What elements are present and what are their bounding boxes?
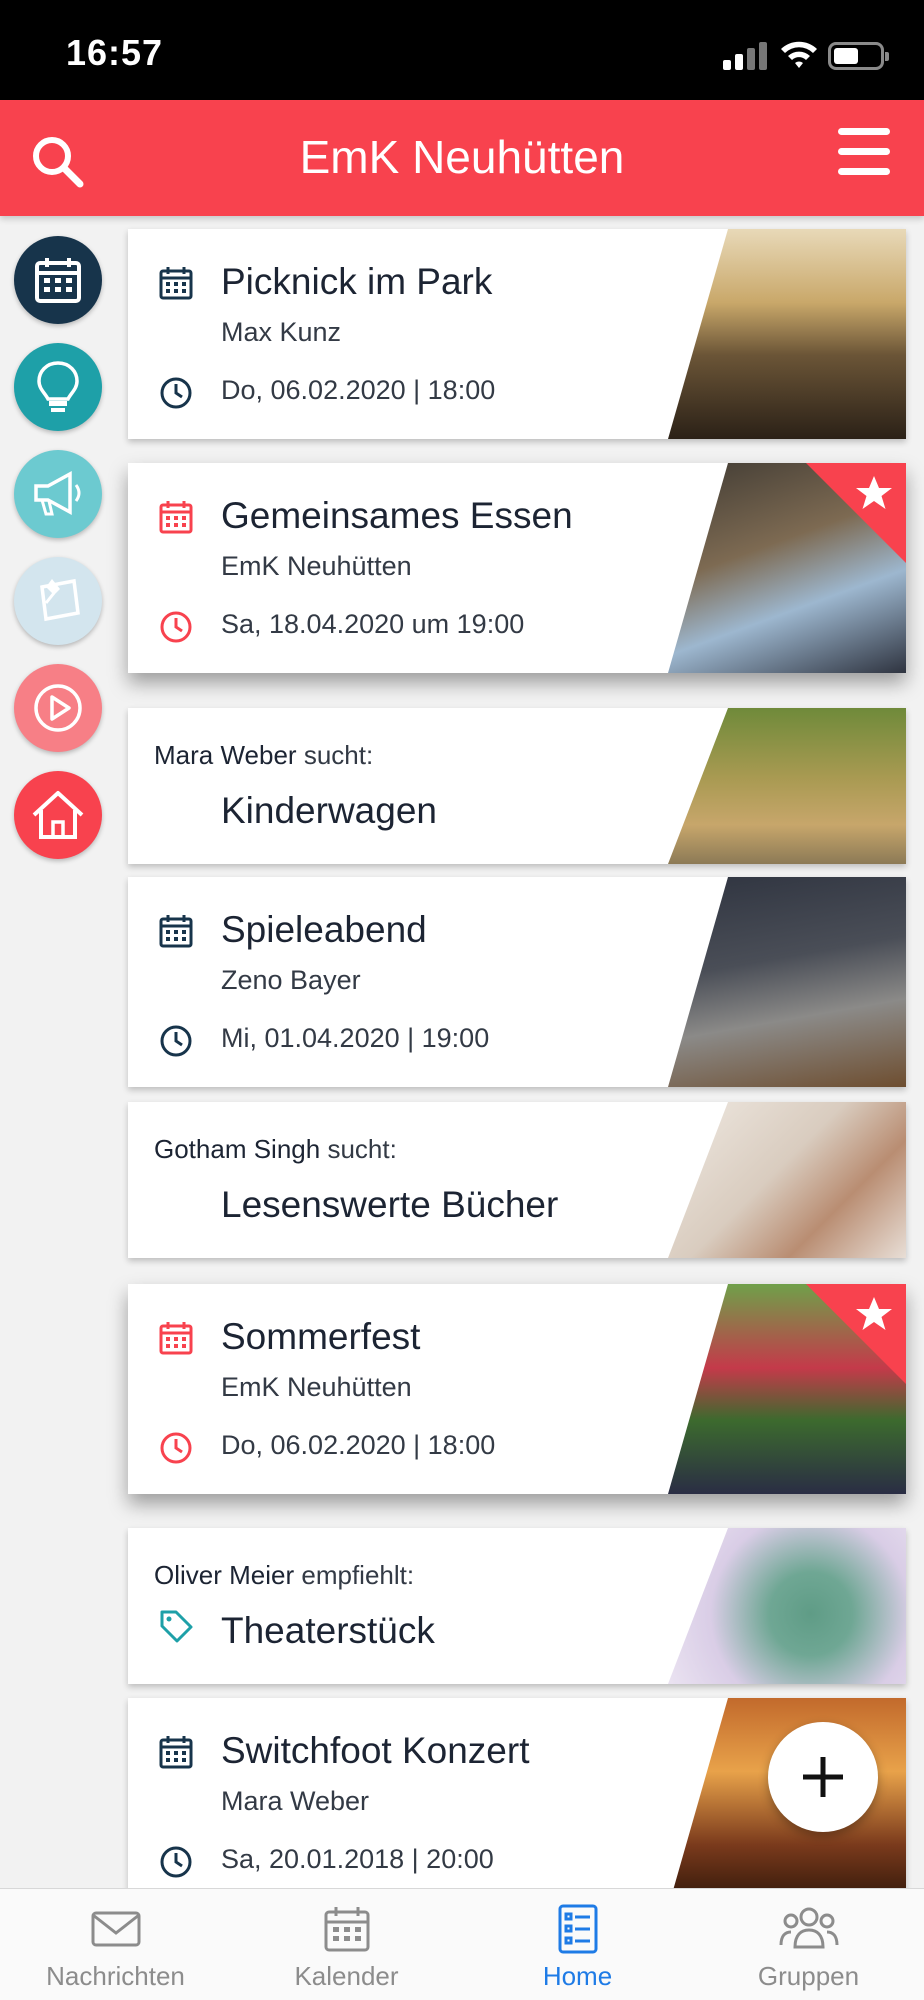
search-author: Mara Weber sucht: — [154, 740, 373, 771]
status-bar: 16:57 — [0, 0, 924, 100]
side-calendar-button[interactable] — [14, 236, 102, 324]
calendar-icon — [159, 1322, 193, 1355]
search-title: Kinderwagen — [221, 790, 437, 831]
event-title: Spieleabend — [221, 909, 427, 950]
author-name: Oliver Meier — [154, 1560, 295, 1590]
star-icon — [856, 1297, 892, 1330]
side-announcements-button[interactable] — [14, 450, 102, 538]
menu-icon[interactable] — [838, 128, 894, 176]
author-verb: sucht: — [327, 1134, 397, 1164]
play-icon — [34, 684, 82, 732]
clock-icon — [160, 1432, 192, 1464]
event-date: Sa, 20.01.2018 | 20:00 — [221, 1844, 494, 1874]
calendar-icon — [324, 1907, 370, 1952]
event-date: Do, 06.02.2020 | 18:00 — [221, 1430, 496, 1460]
add-button[interactable] — [768, 1722, 878, 1832]
calendar-icon — [159, 501, 193, 534]
tab-nachrichten[interactable]: Nachrichten — [0, 1889, 231, 2000]
tab-kalender[interactable]: Kalender — [231, 1889, 462, 2000]
event-title: Sommerfest — [221, 1316, 421, 1357]
event-photo — [668, 877, 906, 1087]
calendar-icon — [159, 1736, 193, 1769]
author-verb: empfiehlt: — [301, 1560, 415, 1590]
clock-icon — [160, 1846, 192, 1878]
mail-icon — [91, 1911, 141, 1947]
megaphone-icon — [34, 471, 81, 516]
clock-icon — [160, 611, 192, 643]
side-home-button[interactable] — [14, 771, 102, 859]
clock-icon — [160, 1025, 192, 1057]
status-time: 16:57 — [66, 32, 164, 73]
event-title: Gemeinsames Essen — [221, 495, 573, 536]
tab-home[interactable]: Home — [462, 1889, 693, 2000]
page-title: EmK Neuhütten — [299, 131, 625, 183]
author-name: Gotham Singh — [154, 1134, 321, 1164]
event-date: Sa, 18.04.2020 um 19:00 — [221, 609, 525, 639]
tab-label: Nachrichten — [46, 1961, 185, 1991]
event-organizer: EmK Neuhütten — [221, 551, 412, 581]
bottom-navigation: Nachrichten Kalender Home Gruppen — [0, 1888, 924, 2000]
battery-icon — [828, 42, 889, 70]
event-title: Picknick im Park — [221, 261, 493, 302]
event-date: Mi, 01.04.2020 | 19:00 — [221, 1023, 490, 1053]
note-pin-icon — [40, 578, 80, 622]
search-photo — [668, 1102, 906, 1258]
star-icon — [856, 476, 892, 509]
tab-label: Home — [542, 1961, 613, 1991]
app-header: EmK Neuhütten — [0, 100, 924, 216]
plus-icon — [803, 1757, 843, 1797]
tag-icon — [160, 1610, 193, 1643]
list-icon — [558, 1904, 598, 1954]
event-organizer: EmK Neuhütten — [221, 1372, 412, 1402]
search-card[interactable]: Mara Weber sucht: Kinderwagen — [128, 708, 906, 864]
search-title: Lesenswerte Bücher — [221, 1184, 559, 1225]
event-date: Do, 06.02.2020 | 18:00 — [221, 375, 496, 405]
event-card[interactable]: Sommerfest EmK Neuhütten Do, 06.02.2020 … — [128, 1284, 906, 1494]
wifi-icon — [781, 41, 817, 68]
home-icon — [32, 791, 84, 839]
recommend-photo — [668, 1528, 906, 1684]
search-card[interactable]: Gotham Singh sucht: Lesenswerte Bücher — [128, 1102, 906, 1258]
recommend-title: Theaterstück — [221, 1610, 435, 1651]
calendar-icon — [159, 267, 193, 300]
clock-icon — [160, 377, 192, 409]
tab-label: Kalender — [294, 1961, 399, 1991]
recommendation-card[interactable]: Oliver Meier empfiehlt: Theaterstück — [128, 1528, 906, 1684]
search-author: Gotham Singh sucht: — [154, 1134, 397, 1165]
group-icon — [779, 1907, 839, 1949]
recommend-author: Oliver Meier empfiehlt: — [154, 1560, 414, 1591]
tab-gruppen[interactable]: Gruppen — [693, 1889, 924, 2000]
signal-icon — [723, 42, 767, 70]
event-organizer: Mara Weber — [221, 1786, 370, 1816]
event-card[interactable]: Picknick im Park Max Kunz Do, 06.02.2020… — [128, 229, 906, 439]
search-photo — [668, 708, 906, 864]
event-title: Switchfoot Konzert — [221, 1730, 530, 1771]
side-ideas-button[interactable] — [14, 343, 102, 431]
calendar-icon — [35, 258, 81, 303]
event-card[interactable]: Spieleabend Zeno Bayer Mi, 01.04.2020 | … — [128, 877, 906, 1087]
event-organizer: Max Kunz — [221, 317, 342, 347]
author-verb: sucht: — [303, 740, 374, 770]
calendar-icon — [159, 915, 193, 948]
side-notes-button[interactable] — [14, 557, 102, 645]
side-media-button[interactable] — [14, 664, 102, 752]
tab-label: Gruppen — [757, 1961, 860, 1991]
event-card[interactable]: Gemeinsames Essen EmK Neuhütten Sa, 18.0… — [128, 463, 906, 673]
event-photo — [668, 229, 906, 439]
lightbulb-icon — [37, 361, 79, 412]
event-organizer: Zeno Bayer — [221, 965, 361, 995]
author-name: Mara Weber — [154, 740, 297, 770]
